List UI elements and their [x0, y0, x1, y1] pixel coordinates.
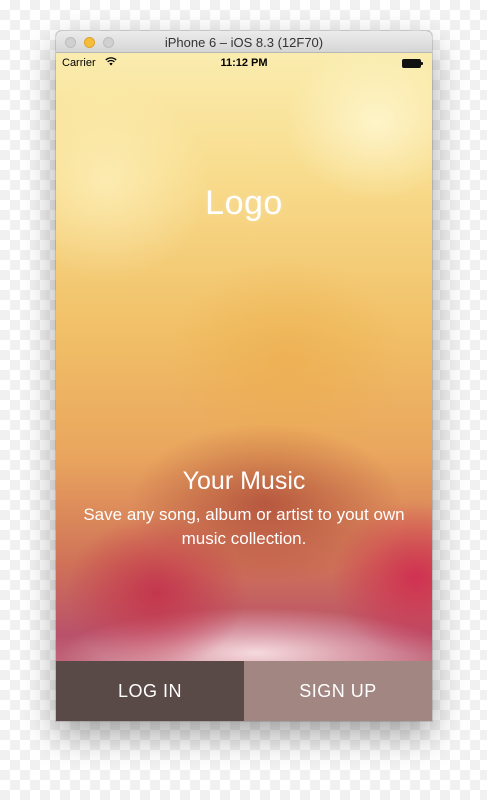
phone-screen: Carrier 11:12 PM Logo Your Music Save an…	[56, 53, 432, 721]
window-titlebar: iPhone 6 – iOS 8.3 (12F70)	[56, 31, 432, 53]
simulator-window: iPhone 6 – iOS 8.3 (12F70) Carrier 11:12…	[56, 31, 432, 721]
subtitle: Save any song, album or artist to yout o…	[83, 505, 405, 548]
battery-icon	[402, 59, 424, 68]
window-title: iPhone 6 – iOS 8.3 (12F70)	[164, 35, 324, 50]
login-button[interactable]: LOG IN	[56, 661, 244, 721]
signup-button[interactable]: SIGN UP	[244, 661, 432, 721]
status-bar: Carrier 11:12 PM	[56, 53, 432, 73]
auth-button-row: LOG IN SIGN UP	[56, 661, 432, 721]
status-time: 11:12 PM	[220, 57, 268, 69]
headline: Your Music	[182, 467, 306, 495]
blurred-background-image	[56, 53, 432, 721]
app-logo: Logo	[205, 184, 283, 222]
